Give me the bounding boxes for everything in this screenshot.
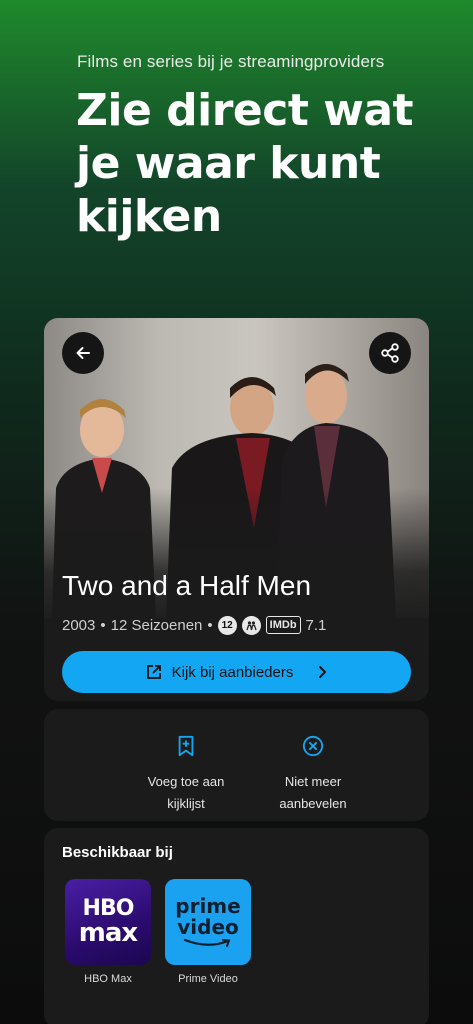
release-year: 2003: [62, 616, 96, 634]
dismiss-label-line2: aanbevelen: [279, 796, 347, 811]
season-count: 12 Seizoenen: [110, 616, 203, 634]
smile-arrow-icon: [183, 938, 231, 947]
chevron-right-icon: [319, 666, 327, 678]
cta-label: Kijk bij aanbieders: [171, 663, 294, 681]
provider-prime-video[interactable]: prime video Prime Video: [165, 879, 251, 985]
meta-separator: •: [100, 616, 106, 634]
availability-title: Beschikbaar bij: [62, 844, 173, 861]
age-rating-badge: 12: [217, 615, 237, 635]
hero-subtitle: Films en series bij je streamingprovider…: [77, 52, 385, 71]
hero-title: Zie direct wat je waar kunt kijken: [76, 85, 414, 242]
watchlist-label-line2: kijklijst: [167, 796, 205, 811]
arrow-left-icon: [76, 347, 90, 359]
share-icon: [381, 343, 399, 363]
provider-name: HBO Max: [84, 973, 132, 985]
back-button[interactable]: [62, 332, 104, 374]
show-detail-card: Two and a Half Men 2003 • 12 Seizoenen •…: [44, 318, 429, 701]
show-title: Two and a Half Men: [62, 570, 312, 601]
watch-at-providers-button[interactable]: Kijk bij aanbieders: [62, 651, 411, 693]
close-circle-icon: [302, 735, 324, 757]
imdb-score: 7.1: [305, 616, 327, 634]
content-warning-icon: [241, 615, 261, 635]
actions-card: Voeg toe aan kijklijst Niet meer aanbeve…: [44, 709, 429, 821]
dismiss-label-line1: Niet meer: [284, 774, 342, 789]
share-button[interactable]: [369, 332, 411, 374]
watchlist-label-line1: Voeg toe aan: [147, 774, 225, 789]
imdb-badge: IMDb: [265, 616, 301, 634]
add-to-watchlist-button[interactable]: Voeg toe aan kijklijst: [126, 735, 246, 815]
availability-card: Beschikbaar bij HBO max HBO Max prime vi…: [44, 828, 429, 1024]
external-link-icon: [146, 665, 161, 679]
show-meta: 2003 • 12 Seizoenen • 12 IMDb 7.1: [62, 614, 326, 636]
bookmark-plus-icon: [178, 735, 194, 757]
meta-separator: •: [207, 616, 213, 634]
dont-recommend-button[interactable]: Niet meer aanbevelen: [253, 735, 373, 815]
prime-video-logo: prime video: [165, 879, 251, 965]
provider-hbo-max[interactable]: HBO max HBO Max: [65, 879, 151, 985]
hbo-max-logo: HBO max: [65, 879, 151, 965]
provider-name: Prime Video: [178, 973, 238, 985]
